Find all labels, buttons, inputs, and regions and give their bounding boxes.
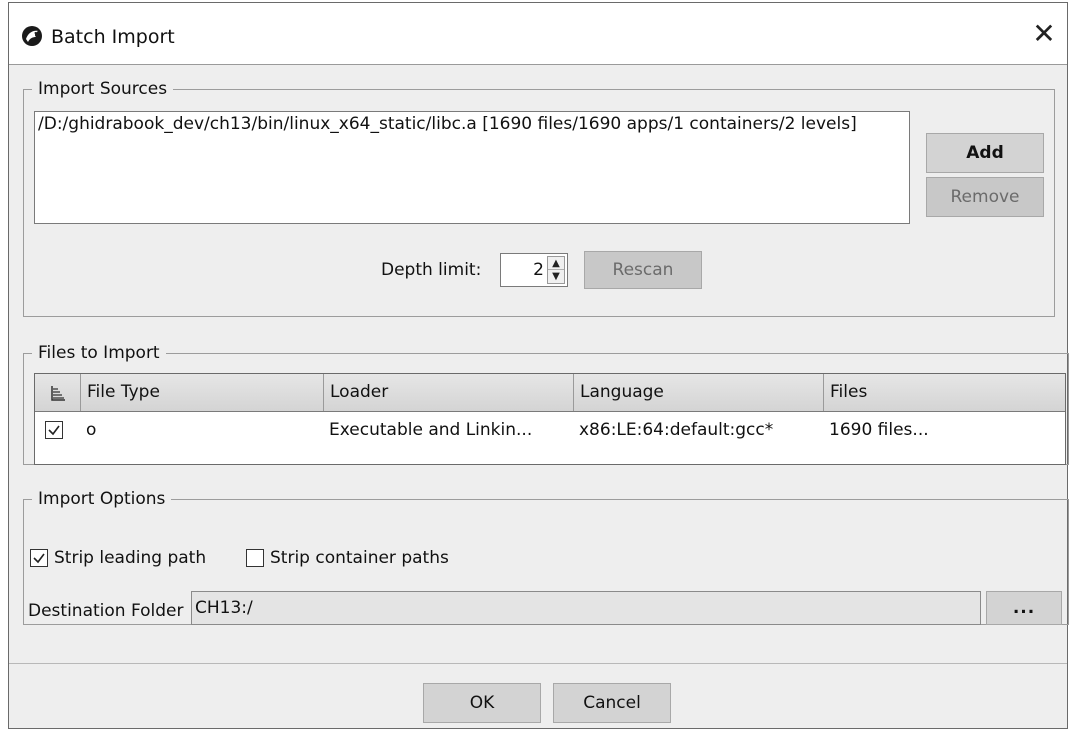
cell-files[interactable]: 1690 files...: [823, 412, 1065, 448]
batch-import-dialog: Batch Import ✕ Import Sources /D:/ghidra…: [8, 2, 1069, 729]
row-enable-checkbox[interactable]: [41, 412, 79, 448]
remove-button[interactable]: Remove: [926, 177, 1044, 217]
import-sources-legend: Import Sources: [38, 79, 168, 99]
files-to-import-group: Files to Import File Type Loader Languag…: [23, 343, 1069, 465]
import-source-entry[interactable]: /D:/ghidrabook_dev/ch13/bin/linux_x64_st…: [38, 113, 906, 135]
import-sources-group: Import Sources /D:/ghidrabook_dev/ch13/b…: [23, 79, 1055, 317]
spin-down-icon[interactable]: ▼: [548, 270, 564, 283]
strip-leading-path-label: Strip leading path: [54, 548, 207, 568]
files-to-import-legend: Files to Import: [38, 343, 160, 363]
browse-folder-button[interactable]: ...: [986, 591, 1062, 625]
destination-folder-label: Destination Folder: [28, 601, 184, 621]
select-all-column-icon[interactable]: [35, 374, 80, 411]
check-icon: [33, 553, 45, 564]
import-sources-list[interactable]: /D:/ghidrabook_dev/ch13/bin/linux_x64_st…: [34, 111, 910, 224]
footer-divider: [9, 663, 1067, 664]
depth-limit-spinner[interactable]: 2 ▲ ▼: [500, 253, 568, 287]
column-loader[interactable]: Loader: [323, 374, 573, 411]
spinner-buttons: ▲ ▼: [547, 256, 565, 284]
title-bar: Batch Import ✕: [9, 3, 1067, 65]
cell-loader[interactable]: Executable and Linkin...: [323, 412, 573, 448]
files-table: File Type Loader Language Files o Execut…: [34, 373, 1066, 465]
strip-container-paths-checkbox[interactable]: [246, 549, 264, 567]
depth-limit-value[interactable]: 2: [501, 254, 547, 286]
spin-up-icon[interactable]: ▲: [548, 257, 564, 270]
rescan-button[interactable]: Rescan: [584, 251, 702, 289]
ok-button[interactable]: OK: [423, 683, 541, 723]
column-language[interactable]: Language: [573, 374, 823, 411]
window-title: Batch Import: [51, 26, 175, 48]
ghidra-dragon-icon: [22, 26, 42, 46]
close-icon[interactable]: ✕: [1029, 19, 1059, 49]
cell-file-type: o: [86, 420, 97, 440]
strip-container-paths-option[interactable]: Strip container paths: [246, 547, 449, 569]
destination-folder-field[interactable]: CH13:/: [191, 591, 981, 625]
strip-leading-path-checkbox[interactable]: [30, 549, 48, 567]
column-file-type[interactable]: File Type: [80, 374, 323, 411]
check-icon: [48, 425, 60, 436]
files-table-header: File Type Loader Language Files: [35, 374, 1065, 412]
checkbox[interactable]: [45, 421, 63, 439]
strip-leading-path-option[interactable]: Strip leading path: [30, 547, 206, 569]
cancel-button[interactable]: Cancel: [553, 683, 671, 723]
column-files[interactable]: Files: [823, 374, 1065, 411]
add-button[interactable]: Add: [926, 133, 1044, 173]
import-options-group: Import Options Strip leading path Strip …: [23, 489, 1069, 625]
import-options-legend: Import Options: [38, 489, 166, 509]
strip-container-paths-label: Strip container paths: [270, 548, 449, 568]
table-row[interactable]: o Executable and Linkin... x86:LE:64:def…: [35, 412, 1065, 448]
depth-limit-label: Depth limit:: [381, 260, 482, 280]
cell-language[interactable]: x86:LE:64:default:gcc*: [573, 412, 823, 448]
